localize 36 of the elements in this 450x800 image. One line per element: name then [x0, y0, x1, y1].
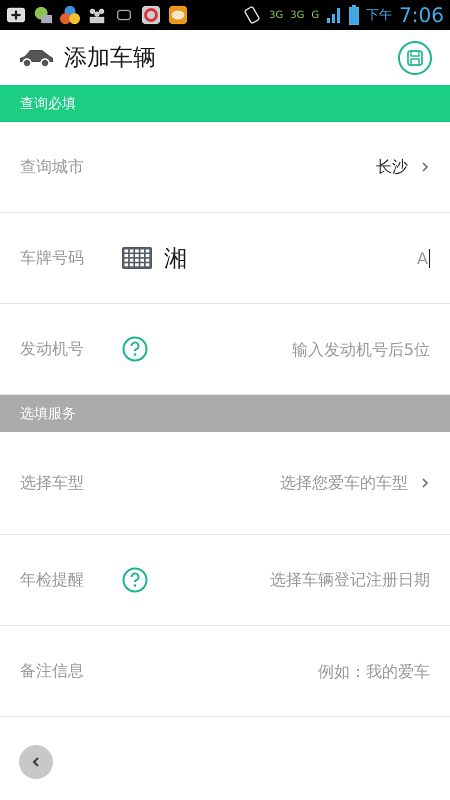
field-label: 查询城市 [20, 156, 85, 178]
section-title: 查询必填 [20, 94, 76, 112]
circles-icon [60, 5, 80, 25]
help-icon[interactable] [122, 567, 148, 593]
field-label: 备注信息 [20, 660, 85, 682]
field-label: 发动机号 [20, 338, 85, 360]
field-label: 车牌号码 [20, 248, 85, 268]
add-icon [6, 5, 26, 25]
back-button[interactable] [19, 745, 53, 779]
time-period: 下午 [366, 7, 392, 24]
province-text[interactable]: 湘 [164, 242, 187, 274]
page-title: 添加车辆 [64, 44, 157, 73]
network-label: G [311, 10, 320, 20]
input-field[interactable]: 输入发动机号后5位 [230, 340, 430, 358]
input-field[interactable]: 例如：我的爱车 [230, 662, 430, 680]
network-label: 3G [269, 10, 284, 20]
save-icon [407, 50, 423, 66]
car-icon [18, 48, 54, 68]
plate-value[interactable]: A [417, 248, 430, 268]
battery-icon [349, 5, 360, 25]
section-title: 选填服务 [20, 404, 76, 422]
field-label: 年检提醒 [20, 570, 85, 590]
message-icon [168, 5, 188, 25]
select-value[interactable]: 长沙 [376, 156, 408, 178]
clock-time: 7:06 [399, 3, 444, 27]
keyboard-icon[interactable] [122, 247, 152, 269]
rotate-icon [242, 5, 262, 25]
network-label: 3G [290, 10, 304, 20]
field-label: 选择车型 [20, 472, 85, 494]
signal-icon [326, 6, 342, 24]
help-icon[interactable] [122, 336, 148, 362]
chevron-left-icon [32, 756, 40, 768]
select-placeholder[interactable]: 选择您爱车的车型 [280, 472, 408, 494]
save-button[interactable] [398, 40, 432, 74]
select-placeholder[interactable]: 选择车辆登记注册日期 [270, 570, 430, 590]
mail-icon [33, 5, 53, 25]
